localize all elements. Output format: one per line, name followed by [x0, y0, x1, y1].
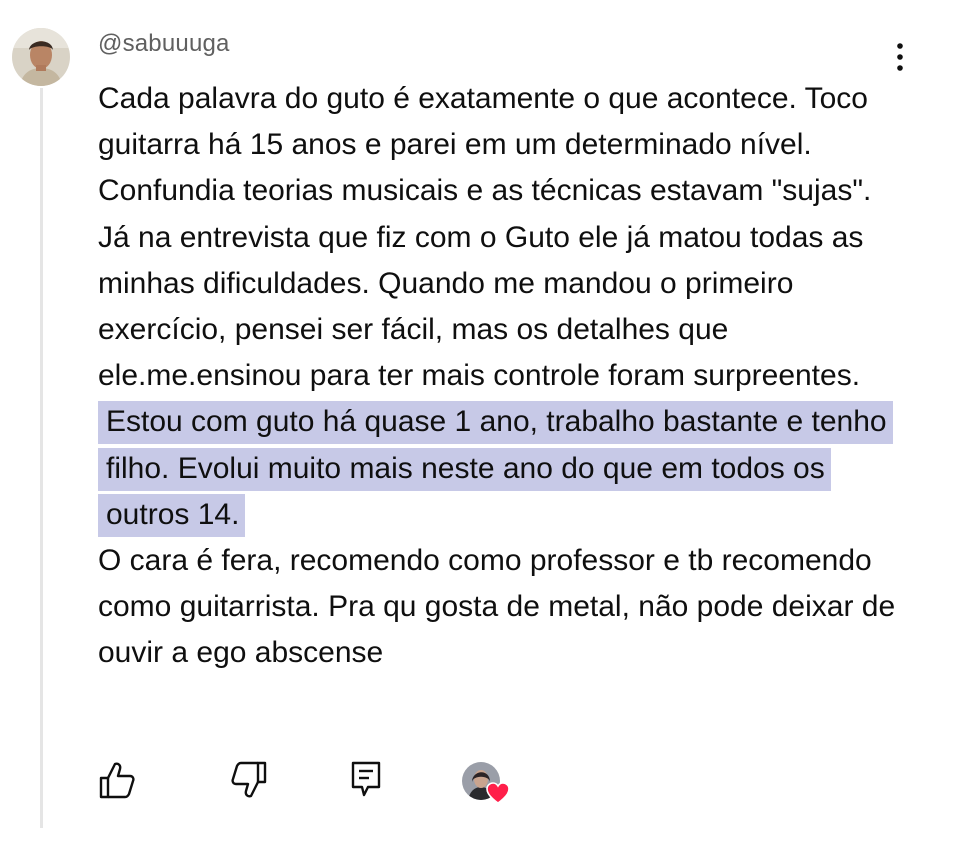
reply-comment-icon — [350, 760, 384, 800]
dislike-button[interactable] — [230, 760, 268, 800]
comment-text-part: O cara é fera, recomendo como professor … — [98, 544, 896, 670]
thread-line — [40, 88, 43, 828]
heart-icon — [486, 782, 510, 809]
avatar[interactable] — [12, 28, 70, 86]
reply-button[interactable] — [350, 760, 384, 800]
like-button[interactable] — [98, 760, 136, 800]
comment-text: Cada palavra do guto é exatamente o que … — [98, 76, 908, 677]
creator-heart-icon[interactable] — [462, 762, 510, 806]
thumbs-up-icon — [98, 760, 136, 800]
more-vertical-icon[interactable] — [888, 40, 912, 74]
comment-author[interactable]: @sabuuuga — [98, 30, 230, 58]
comment-text-part: Cada palavra do guto é exatamente o que … — [98, 82, 872, 393]
thumbs-down-icon — [230, 760, 268, 800]
highlighted-text: Estou com guto há quase 1 ano, trabalho … — [98, 401, 893, 537]
comment-actions — [0, 760, 953, 810]
